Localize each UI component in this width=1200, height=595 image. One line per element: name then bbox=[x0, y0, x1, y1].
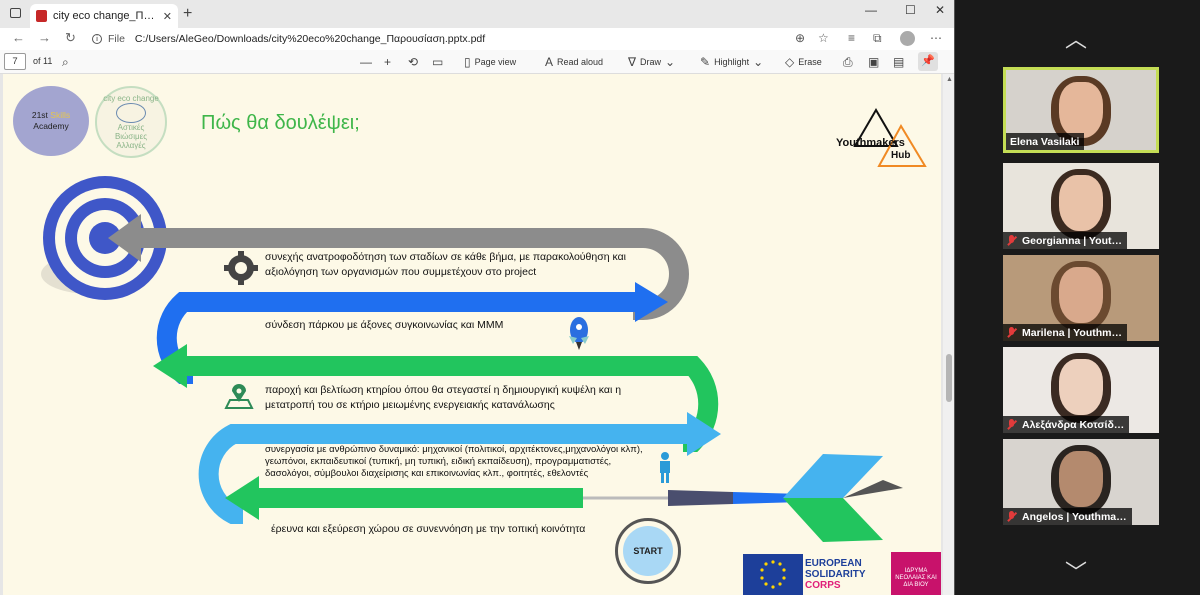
pdf-viewer: 21st Skills Academy city eco change Αστι… bbox=[0, 74, 954, 595]
url-text: C:/Users/AleGeo/Downloads/city%20eco%20c… bbox=[134, 32, 486, 45]
collections-icon[interactable]: ⧉ bbox=[873, 31, 882, 46]
gear-icon bbox=[224, 251, 258, 285]
youthmakers-hub-logo: Youthmakers Hub bbox=[831, 102, 931, 172]
info-icon[interactable]: i bbox=[92, 33, 102, 44]
tab-pdf[interactable]: city eco change_Παρουσίαση.pp ✕ bbox=[30, 4, 178, 28]
city-eco-change-logo: city eco change Αστικές Βιώσιμες Αλλαγές bbox=[95, 86, 167, 158]
tab-actions-icon[interactable] bbox=[10, 8, 21, 18]
url-field[interactable]: i File C:/Users/AleGeo/Downloads/city%20… bbox=[92, 30, 782, 47]
chevron-down-icon[interactable]: ﹀ bbox=[1065, 555, 1087, 587]
rocket-icon bbox=[569, 317, 589, 350]
inedivim-logo: ΙΔΡΥΜΑ ΝΕΟΛΑΙΑΣ ΚΑΙ ΔΙΑ ΒΙΟΥ bbox=[891, 552, 941, 595]
european-solidarity-corps-logo: EUROPEAN SOLIDARITY CORPS bbox=[805, 558, 866, 591]
draw-button[interactable]: ∇ Draw ⌄ bbox=[628, 55, 675, 69]
favorite-icon[interactable]: ☆ bbox=[818, 31, 829, 45]
draw-icon: ∇ bbox=[628, 55, 637, 69]
print-icon[interactable]: ⎙ bbox=[843, 55, 853, 70]
tab-title: city eco change_Παρουσίαση.pp bbox=[53, 10, 159, 22]
start-label: START bbox=[623, 526, 673, 576]
zoom-icon[interactable]: ⊕ bbox=[795, 31, 805, 45]
participant-name: Αλεξάνδρα Κοτσίδ… bbox=[1022, 418, 1125, 431]
file-label: File bbox=[108, 32, 125, 45]
slide-page: 21st Skills Academy city eco change Αστι… bbox=[3, 74, 941, 595]
page-view-button[interactable]: ▯ Page view bbox=[464, 55, 516, 69]
highlight-button[interactable]: ✎ Highlight ⌄ bbox=[700, 55, 763, 69]
page-count: of 11 bbox=[33, 56, 53, 66]
participant-name: Marilena | Youthm… bbox=[1022, 326, 1122, 339]
participant-name: Elena Vasilaki bbox=[1010, 135, 1080, 148]
address-bar: ← → ↻ i File C:/Users/AleGeo/Downloads/c… bbox=[0, 28, 954, 50]
pdf-file-icon bbox=[36, 10, 47, 22]
refresh-icon[interactable]: ↻ bbox=[65, 30, 76, 46]
zoom-in-icon[interactable]: + bbox=[384, 55, 391, 69]
participant-name: Angelos | Youthma… bbox=[1022, 510, 1127, 523]
start-badge: START bbox=[615, 518, 681, 584]
new-tab-button[interactable]: + bbox=[183, 5, 192, 23]
muted-mic-icon bbox=[1007, 235, 1016, 246]
step-research-text: έρευνα και εξεύρεση χώρου σε συνεννόηση … bbox=[271, 523, 586, 535]
tab-bar: city eco change_Παρουσίαση.pp ✕ + — ☐ ✕ bbox=[0, 0, 954, 28]
read-aloud-icon: A bbox=[545, 55, 554, 69]
scroll-up-icon[interactable]: ▲ bbox=[946, 76, 953, 83]
pdf-toolbar: 7 of 11 ⌕ — + ⟲ ▭ ▯ Page view A Read aloud… bbox=[0, 50, 954, 74]
save-icon[interactable]: ▣ bbox=[868, 55, 879, 69]
page-number-input[interactable]: 7 bbox=[4, 53, 26, 70]
maximize-button[interactable]: ☐ bbox=[905, 3, 916, 17]
favorites-bar-icon[interactable]: ≡ bbox=[848, 31, 855, 45]
globe-icon bbox=[116, 103, 146, 123]
step-collaboration-text: συνεργασία με ανθρώπινο δυναμικό: μηχανι… bbox=[265, 444, 643, 479]
search-icon[interactable]: ⌕ bbox=[62, 55, 69, 70]
slide-title: Πώς θα δουλέψει; bbox=[201, 112, 360, 134]
vertical-scrollbar[interactable]: ▲ bbox=[943, 74, 954, 595]
close-tab-icon[interactable]: ✕ bbox=[163, 10, 172, 23]
read-aloud-button[interactable]: A Read aloud bbox=[545, 55, 603, 69]
pin-toolbar-icon[interactable]: 📌 bbox=[918, 52, 938, 71]
page-view-icon: ▯ bbox=[464, 55, 471, 69]
map-pin-icon bbox=[224, 384, 254, 409]
step-building-text: παροχή και βελτίωση κτηρίου όπου θα στεγ… bbox=[265, 384, 622, 411]
participant-tile-3[interactable]: Marilena | Youthm… bbox=[1003, 255, 1159, 341]
eraser-icon: ◇ bbox=[785, 55, 795, 69]
highlight-icon: ✎ bbox=[700, 55, 711, 69]
rotate-icon[interactable]: ⟲ bbox=[408, 55, 418, 69]
chevron-up-icon[interactable]: ︿ bbox=[1065, 22, 1087, 54]
participant-tile-5[interactable]: Angelos | Youthma… bbox=[1003, 439, 1159, 525]
muted-mic-icon bbox=[1007, 327, 1016, 338]
step-transport-text: σύνδεση πάρκου με άξονες συγκοινωνίας κα… bbox=[265, 319, 504, 331]
save-as-icon[interactable]: ▤ bbox=[893, 55, 904, 69]
eu-flag-icon bbox=[743, 554, 803, 595]
video-gallery-panel: ︿ Elena Vasilaki Georgianna | Yout… Mari… bbox=[955, 0, 1200, 595]
erase-button[interactable]: ◇ Erase bbox=[785, 55, 822, 69]
participant-tile-2[interactable]: Georgianna | Yout… bbox=[1003, 163, 1159, 249]
step-feedback-text: συνεχής ανατροφοδότηση των σταδίων σε κά… bbox=[265, 251, 626, 278]
footer-logos: EUROPEAN SOLIDARITY CORPS ΙΔΡΥΜΑ ΝΕΟΛΑΙΑ… bbox=[743, 552, 941, 595]
muted-mic-icon bbox=[1007, 511, 1016, 522]
profile-avatar[interactable] bbox=[900, 31, 915, 46]
minimize-button[interactable]: — bbox=[865, 3, 877, 17]
participant-tile-4[interactable]: Αλεξάνδρα Κοτσίδ… bbox=[1003, 347, 1159, 433]
21st-skills-academy-logo: 21st Skills Academy bbox=[13, 86, 89, 156]
participant-tile-1[interactable]: Elena Vasilaki bbox=[1003, 67, 1159, 153]
fit-page-icon[interactable]: ▭ bbox=[432, 55, 443, 69]
more-icon[interactable]: ⋯ bbox=[930, 31, 942, 45]
back-icon[interactable]: ← bbox=[12, 30, 25, 45]
forward-icon[interactable]: → bbox=[38, 30, 51, 45]
browser-window: city eco change_Παρουσίαση.pp ✕ + — ☐ ✕ … bbox=[0, 0, 955, 595]
zoom-out-icon[interactable]: — bbox=[360, 55, 372, 69]
muted-mic-icon bbox=[1007, 419, 1016, 430]
person-icon bbox=[660, 452, 670, 483]
scroll-thumb[interactable] bbox=[946, 354, 952, 402]
participant-name: Georgianna | Yout… bbox=[1022, 234, 1122, 247]
close-window-button[interactable]: ✕ bbox=[935, 3, 945, 17]
